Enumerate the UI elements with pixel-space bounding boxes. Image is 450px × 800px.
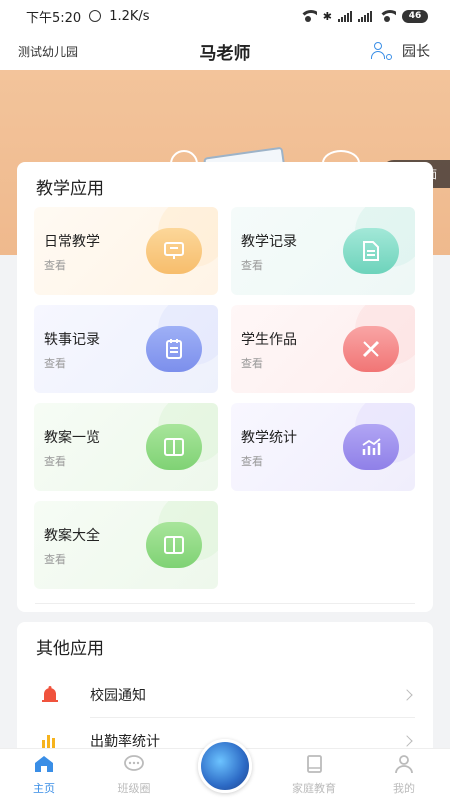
book-icon [303,753,325,775]
tile-sub: 查看 [241,455,263,468]
nav-label: 班级圈 [117,782,151,795]
tile-daily-teaching[interactable]: 日常教学 查看 [34,207,218,295]
tile-label: 教案大全 [44,528,100,544]
section-title: 其他应用 [36,639,104,659]
user-settings-icon[interactable] [370,42,392,60]
tile-label: 轶事记录 [44,332,100,348]
tile-label: 教学记录 [241,234,297,250]
nav-family-education[interactable]: 家庭教育 [284,753,344,799]
nav-home[interactable]: 主页 [14,753,74,799]
tile-teaching-records[interactable]: 教学记录 查看 [231,207,415,295]
clipboard-icon [146,326,202,372]
status-bar: 下午5:20 1.2K/s ✱ 46 [0,0,450,32]
alarm-icon [89,10,102,22]
nav-class-circle[interactable]: 班级圈 [104,753,164,799]
bell-icon [39,684,61,706]
role-label[interactable]: 园长 [402,41,430,61]
tile-label: 日常教学 [44,234,100,250]
app-header: 测试幼儿园 马老师 园长 [0,32,450,70]
person-icon [393,753,415,775]
tile-sub: 查看 [44,357,66,370]
status-time: 下午5:20 [26,10,82,26]
signal-icon [338,10,352,22]
list-item-label: 校园通知 [90,688,146,704]
tile-sub: 查看 [44,259,66,272]
teaching-apps-card: 教学应用 日常教学 查看 教学记录 查看 轶事记录 查看 学生作品 查看 教案一… [17,162,433,612]
chat-icon [123,753,145,775]
tile-anecdote-records[interactable]: 轶事记录 查看 [34,305,218,393]
bluetooth-icon: ✱ [322,9,332,23]
tile-sub: 查看 [241,259,263,272]
signal-icon-2 [358,10,372,22]
bottom-nav: 主页 班级圈 家庭教育 我的 [0,739,450,800]
list-item-campus-notice[interactable]: 校园通知 [17,672,433,718]
wifi-icon-2 [378,10,396,22]
network-speed: 1.2K/s [109,8,150,24]
battery-indicator: 46 [402,9,428,23]
wifi-icon [298,10,317,22]
document-icon [343,228,399,274]
tile-sub: 查看 [241,357,263,370]
pencil-ruler-icon [343,326,399,372]
school-name[interactable]: 测试幼儿园 [18,43,78,60]
nav-mine[interactable]: 我的 [374,753,434,799]
tile-teaching-stats[interactable]: 教学统计 查看 [231,403,415,491]
nav-label: 我的 [393,782,415,795]
section-title: 教学应用 [36,179,104,199]
tile-sub: 查看 [44,455,66,468]
tile-student-works[interactable]: 学生作品 查看 [231,305,415,393]
bar-chart-icon [343,424,399,470]
board-icon [146,228,202,274]
home-icon [33,753,55,775]
tile-lesson-collection[interactable]: 教案大全 查看 [34,501,218,589]
divider [35,603,415,604]
book-icon [146,522,202,568]
chevron-right-icon [401,689,413,701]
tile-lesson-overview[interactable]: 教案一览 查看 [34,403,218,491]
book-icon [146,424,202,470]
tile-label: 学生作品 [241,332,297,348]
tile-label: 教学统计 [241,430,297,446]
center-action-button[interactable] [198,739,252,793]
tile-label: 教案一览 [44,430,100,446]
nav-label: 家庭教育 [292,782,336,795]
tile-sub: 查看 [44,553,66,566]
chevron-right-icon [401,735,413,747]
nav-label: 主页 [33,782,55,795]
